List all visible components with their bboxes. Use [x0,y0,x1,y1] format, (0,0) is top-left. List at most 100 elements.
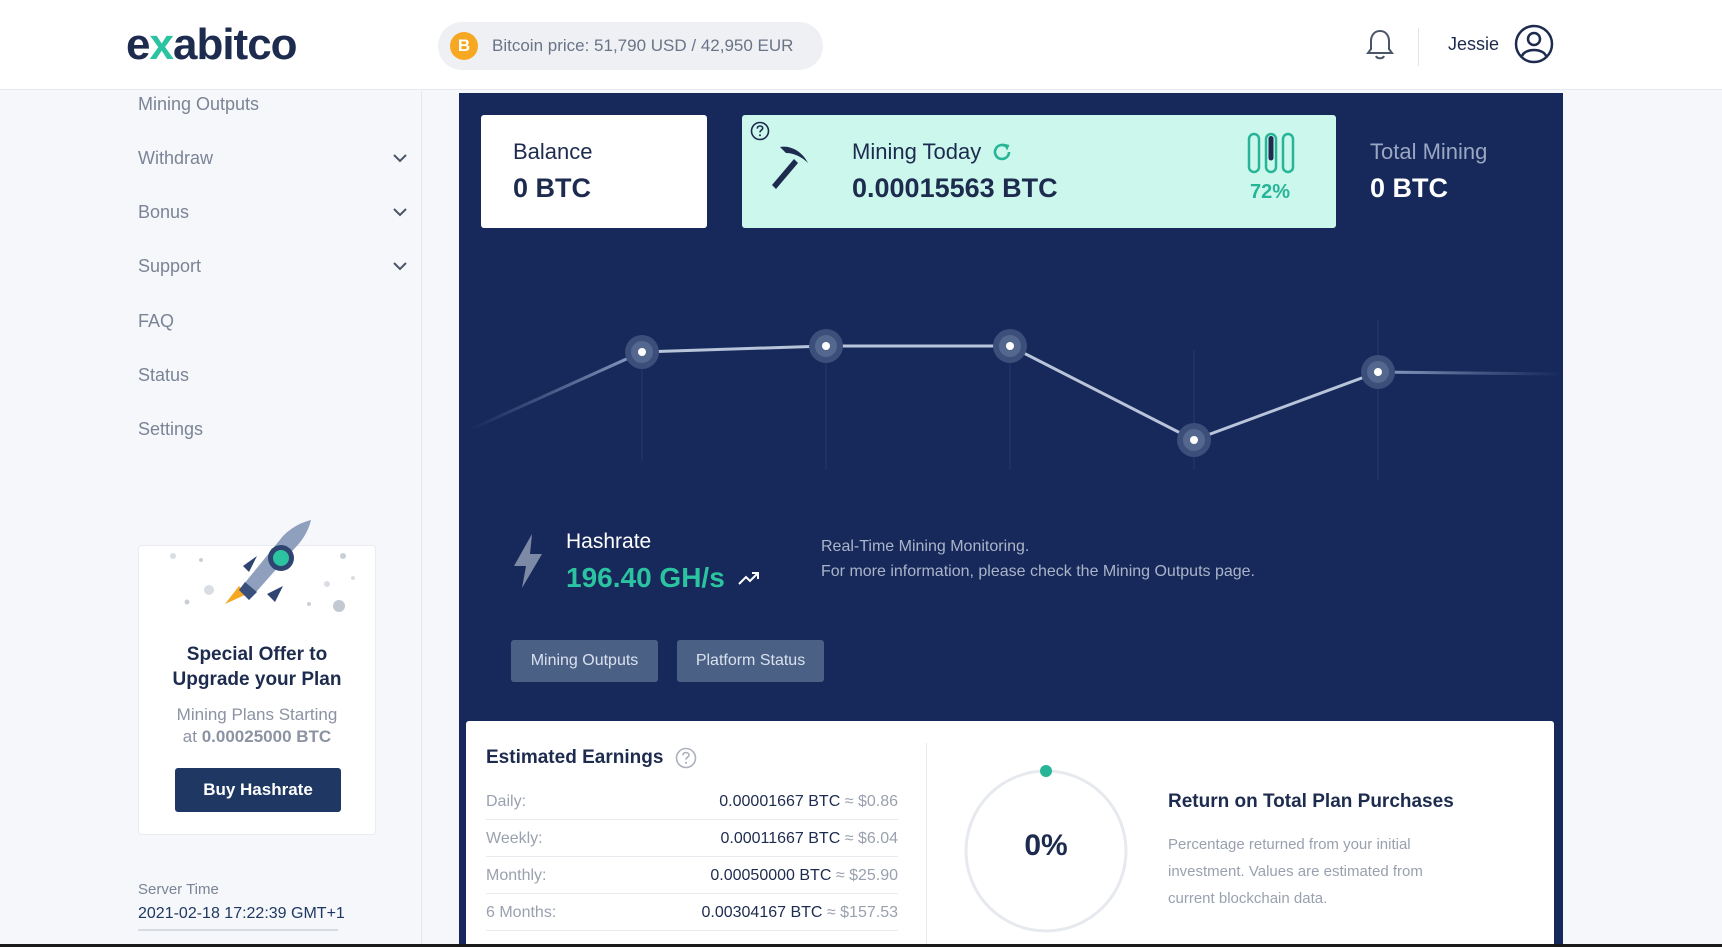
earnings-usd: $0.86 [857,793,898,810]
bitcoin-price-text: Bitcoin price: 51,790 USD / 42,950 EUR [492,36,794,55]
bolt-icon [514,534,542,588]
approx-sign: ≈ [826,904,836,921]
balance-label: Balance [513,139,593,164]
mining-today-value: 0.00015563 BTC [852,173,1058,203]
earnings-row-6-months: 6 Months: 0.00304167 BTC ≈ $157.53 [486,894,898,931]
promo-subtitle-line: Mining Plans Starting [176,705,338,724]
logo-part: e [126,20,151,69]
monitoring-info-line: For more information, please check the M… [821,563,1255,580]
upgrade-offer-card: Special Offer to Upgrade your Plan Mining… [138,520,376,835]
earnings-period: Weekly: [486,830,543,847]
earnings-amount: 0.00001667 BTC ≈ $0.86 [719,793,898,811]
chart-segment [468,350,643,432]
approx-sign: ≈ [844,793,854,810]
chevron-down-icon [393,154,407,163]
gauge-fill-bar [1268,136,1274,161]
earnings-period: 6 Months: [486,904,557,921]
estimated-earnings-title: Estimated Earnings [486,747,697,769]
promo-min-price: 0.00025000 BTC [201,727,332,746]
promo-title-line: Upgrade your Plan [172,669,342,690]
earnings-usd: $6.04 [857,830,898,847]
mining-today-card: Mining Today 0.00015563 BTC 72% [742,115,1336,228]
chart-point [1361,355,1395,389]
return-percentage: 0% [1024,829,1068,862]
realtime-mining-line [468,320,1563,480]
refresh-icon[interactable] [991,141,1013,163]
ring-progress-dot [1040,765,1052,777]
sidebar: Mining Outputs Withdraw Bonus Support FA… [0,91,422,947]
sidebar-item-bonus[interactable]: Bonus [138,197,408,227]
total-mining-value: 0 BTC [1370,173,1449,203]
total-mining-label: Total Mining [1370,139,1488,164]
earnings-btc: 0.00011667 BTC [720,830,841,847]
chart-point [625,335,659,369]
earnings-usd: $25.90 [849,867,898,884]
earnings-period: Daily: [486,793,527,810]
sidebar-item-label: Settings [138,418,204,439]
promo-title-line: Special Offer to [186,644,328,665]
hashrate-value-text: 196.40 GH/s [566,562,725,593]
sidebar-item-withdraw[interactable]: Withdraw [138,143,408,173]
earnings-period: Monthly: [486,867,547,884]
balance-card: Balance 0 BTC [481,115,707,228]
earnings-usd: $157.53 [840,904,898,921]
question-icon[interactable] [750,121,770,141]
estimated-earnings-title-text: Estimated Earnings [486,747,664,768]
mining-today-label-text: Mining Today [852,139,982,164]
mining-outputs-button[interactable]: Mining Outputs [511,640,658,682]
sidebar-item-label: Status [138,364,190,385]
mining-today-label: Mining Today [852,139,1013,165]
chart-segment [1377,370,1563,376]
sidebar-item-mining-outputs[interactable]: Mining Outputs [138,89,408,119]
logo-part: abitco [172,20,298,69]
monitoring-info-line: Real-Time Mining Monitoring. [821,538,1030,555]
trend-up-icon [738,572,759,585]
sidebar-item-support[interactable]: Support [138,251,408,281]
exabitco-logo[interactable]: exabitco [126,20,298,70]
earnings-divider [926,743,927,947]
server-time-label: Server Time [138,881,219,898]
user-icon[interactable] [1514,24,1554,64]
server-time-value: 2021-02-18 17:22:39 GMT+1 [138,905,345,922]
sidebar-item-status[interactable]: Status [138,360,408,390]
earnings-amount: 0.00050000 BTC ≈ $25.90 [710,867,898,885]
chart-point [993,329,1027,363]
promo-subtitle-line: at 0.00025000 BTC [139,726,375,748]
bell-icon[interactable] [1364,28,1396,62]
sidebar-item-faq[interactable]: FAQ [138,306,408,336]
gauge-icon [1247,132,1295,174]
question-icon[interactable] [675,747,697,769]
return-description: Percentage returned from your initial in… [1168,836,1423,907]
buy-hashrate-button[interactable]: Buy Hashrate [175,768,341,812]
promo-title: Special Offer to Upgrade your Plan [139,642,375,692]
earnings-amount: 0.00011667 BTC ≈ $6.04 [720,830,898,848]
balance-value: 0 BTC [513,173,592,203]
earnings-btc: 0.00001667 BTC [719,793,841,810]
approx-sign: ≈ [835,867,845,884]
bitcoin-symbol: B [457,36,471,55]
hashrate-label: Hashrate [566,530,652,553]
promo-subtitle: Mining Plans Starting at 0.00025000 BTC [139,704,375,748]
username[interactable]: Jessie [1448,34,1499,55]
sidebar-item-label: FAQ [138,310,175,331]
gauge-percentage: 72% [1249,181,1291,203]
server-time-underline [138,929,338,931]
return-title: Return on Total Plan Purchases [1168,791,1454,812]
hashrate-value: 196.40 GH/s [566,562,761,594]
bitcoin-price-pill: B Bitcoin price: 51,790 USD / 42,950 EUR [438,22,823,70]
earnings-row-monthly: Monthly: 0.00050000 BTC ≈ $25.90 [486,857,898,894]
pickaxe-icon [772,146,808,189]
rocket-icon [170,520,355,612]
sidebar-item-label: Mining Outputs [138,93,260,114]
earnings-row-weekly: Weekly: 0.00011667 BTC ≈ $6.04 [486,820,898,857]
logo-part-x: x [149,20,174,69]
earnings-amount: 0.00304167 BTC ≈ $157.53 [701,904,898,922]
sidebar-item-settings[interactable]: Settings [138,414,408,444]
sidebar-item-label: Bonus [138,201,190,222]
chart-point [809,329,843,363]
earnings-btc: 0.00304167 BTC [701,904,823,921]
top-header: exabitco B Bitcoin price: 51,790 USD / 4… [0,0,1722,90]
sidebar-item-label: Support [138,255,202,276]
platform-status-button[interactable]: Platform Status [677,640,824,682]
header-divider [1418,28,1419,66]
